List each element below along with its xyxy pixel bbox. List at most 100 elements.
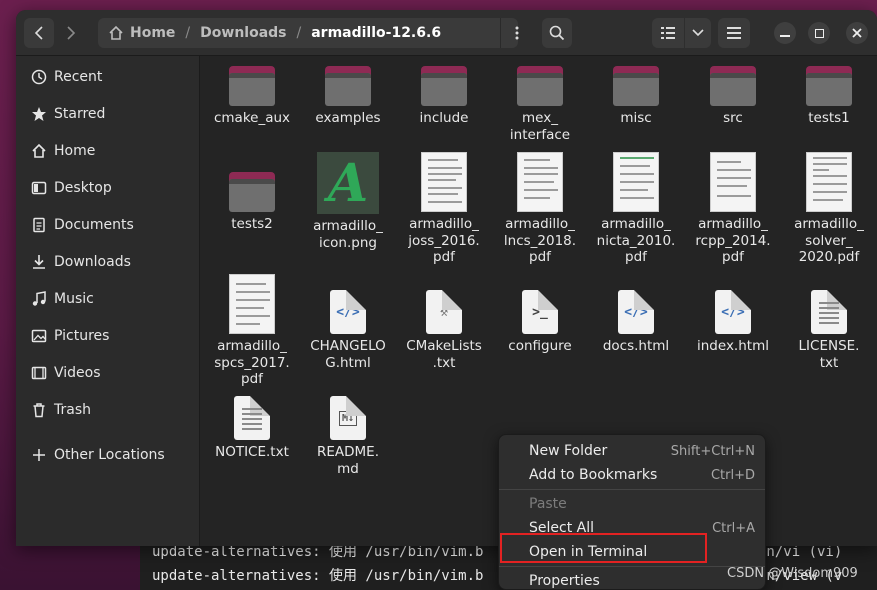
folder-item[interactable]: tests2 [210, 172, 294, 233]
folder-icon [325, 66, 371, 106]
file-label: include [419, 110, 469, 126]
sidebar-item-desktop[interactable]: Desktop [26, 173, 192, 203]
folder-icon [710, 66, 756, 106]
pdf-thumbnail [421, 152, 467, 212]
sidebar-item-label: Pictures [54, 328, 110, 344]
view-toggle-button[interactable] [652, 18, 684, 48]
close-button[interactable] [846, 22, 868, 44]
breadcrumb: Home / Downloads / armadillo-12.6.6 [98, 18, 518, 48]
home-icon [26, 143, 52, 159]
sidebar-item-home[interactable]: Home [26, 136, 192, 166]
sidebar-item-label: Recent [54, 69, 103, 85]
documents-icon [26, 217, 52, 233]
more-vertical-icon [515, 26, 518, 40]
breadcrumb-downloads[interactable]: Downloads [200, 25, 286, 41]
breadcrumb-current[interactable]: armadillo-12.6.6 [311, 25, 441, 41]
back-button[interactable] [24, 18, 54, 48]
sidebar-item-other-locations[interactable]: Other Locations [26, 440, 192, 470]
plus-icon [26, 448, 52, 462]
folder-item[interactable]: cmake_aux [210, 66, 294, 127]
search-button[interactable] [542, 18, 572, 48]
sidebar-item-documents[interactable]: Documents [26, 210, 192, 240]
file-label: mex_ interface [509, 110, 571, 143]
folder-item[interactable]: src [691, 66, 775, 127]
menu-item-new-folder[interactable]: New Folder Shift+Ctrl+N [499, 439, 765, 463]
folder-item[interactable]: include [402, 66, 486, 127]
file-item[interactable]: armadillo_ spcs_2017. pdf [210, 274, 294, 388]
sidebar-item-label: Documents [54, 217, 134, 233]
folder-item[interactable]: tests1 [787, 66, 871, 127]
sidebar-item-music[interactable]: Music [26, 284, 192, 314]
search-icon [549, 25, 565, 41]
chevron-left-icon [34, 26, 43, 40]
context-menu: New Folder Shift+Ctrl+N Add to Bookmarks… [498, 434, 766, 590]
folder-item[interactable]: mex_ interface [498, 66, 582, 143]
text-file-icon [811, 290, 847, 334]
sidebar-item-recent[interactable]: Recent [26, 62, 192, 92]
sidebar-item-label: Downloads [54, 254, 131, 270]
close-icon [852, 28, 862, 38]
view-options-dropdown[interactable] [685, 18, 711, 48]
file-label: armadillo_ nicta_2010. pdf [596, 216, 676, 265]
file-label: src [723, 110, 743, 126]
main-menu-button[interactable] [718, 18, 750, 48]
folder-icon [229, 66, 275, 106]
sidebar-item-label: Music [54, 291, 94, 307]
file-item[interactable]: armadillo_ rcpp_2014. pdf [691, 152, 775, 266]
text-file-icon [234, 396, 270, 440]
hamburger-icon [727, 27, 741, 39]
menu-separator [499, 489, 765, 490]
pdf-thumbnail [613, 152, 659, 212]
file-item[interactable]: M↓ README. md [306, 396, 390, 477]
sidebar-item-downloads[interactable]: Downloads [26, 247, 192, 277]
menu-item-properties[interactable]: Properties [499, 569, 765, 590]
file-label: NOTICE.txt [215, 444, 289, 460]
file-label: cmake_aux [213, 110, 291, 126]
file-label: tests1 [808, 110, 850, 126]
sidebar-item-trash[interactable]: Trash [26, 395, 192, 425]
file-label: armadillo_ lncs_2018. pdf [503, 216, 577, 265]
desktop-icon [26, 180, 52, 196]
maximize-icon [814, 28, 824, 38]
sidebar-item-starred[interactable]: Starred [26, 99, 192, 129]
path-menu-button[interactable] [500, 18, 532, 48]
file-label: LICENSE. txt [798, 338, 860, 371]
file-item[interactable]: NOTICE.txt [210, 396, 294, 461]
star-icon [26, 106, 52, 122]
pdf-thumbnail [806, 152, 852, 212]
forward-button[interactable] [56, 18, 86, 48]
file-item[interactable]: >_ configure [498, 290, 582, 355]
menu-item-label: Paste [529, 496, 567, 512]
file-item[interactable]: armadillo_ solver_ 2020.pdf [787, 152, 871, 266]
header-bar: Home / Downloads / armadillo-12.6.6 [16, 10, 877, 56]
folder-item[interactable]: examples [306, 66, 390, 127]
folder-icon [517, 66, 563, 106]
menu-item-shortcut: Ctrl+D [710, 467, 755, 483]
maximize-button[interactable] [808, 22, 830, 44]
cmake-file-icon: ⚒ [426, 290, 462, 334]
file-item[interactable]: </> CHANGELO G.html [306, 290, 390, 371]
sidebar-item-videos[interactable]: Videos [26, 358, 192, 388]
file-item[interactable]: armadillo_ joss_2016. pdf [402, 152, 486, 266]
file-item[interactable]: A armadillo_ icon.png [306, 152, 390, 251]
chevron-down-icon [692, 29, 704, 37]
folder-item[interactable]: misc [594, 66, 678, 127]
menu-item-add-to-bookmarks[interactable]: Add to Bookmarks Ctrl+D [499, 463, 765, 487]
image-thumbnail: A [317, 152, 379, 214]
file-item[interactable]: LICENSE. txt [787, 290, 871, 371]
file-item[interactable]: </> index.html [691, 290, 775, 355]
chevron-right-icon [67, 26, 76, 40]
minimize-button[interactable] [774, 22, 796, 44]
file-label: index.html [697, 338, 769, 354]
sidebar-item-label: Trash [54, 402, 91, 418]
file-item[interactable]: ⚒ CMakeLists .txt [402, 290, 486, 371]
file-item[interactable]: armadillo_ lncs_2018. pdf [498, 152, 582, 266]
breadcrumb-home[interactable]: Home [130, 25, 175, 41]
pictures-icon [26, 328, 52, 344]
file-item[interactable]: </> docs.html [594, 290, 678, 355]
minimize-icon [780, 35, 790, 37]
sidebar-item-pictures[interactable]: Pictures [26, 321, 192, 351]
folder-icon [613, 66, 659, 106]
pdf-thumbnail [710, 152, 756, 212]
file-item[interactable]: armadillo_ nicta_2010. pdf [594, 152, 678, 266]
